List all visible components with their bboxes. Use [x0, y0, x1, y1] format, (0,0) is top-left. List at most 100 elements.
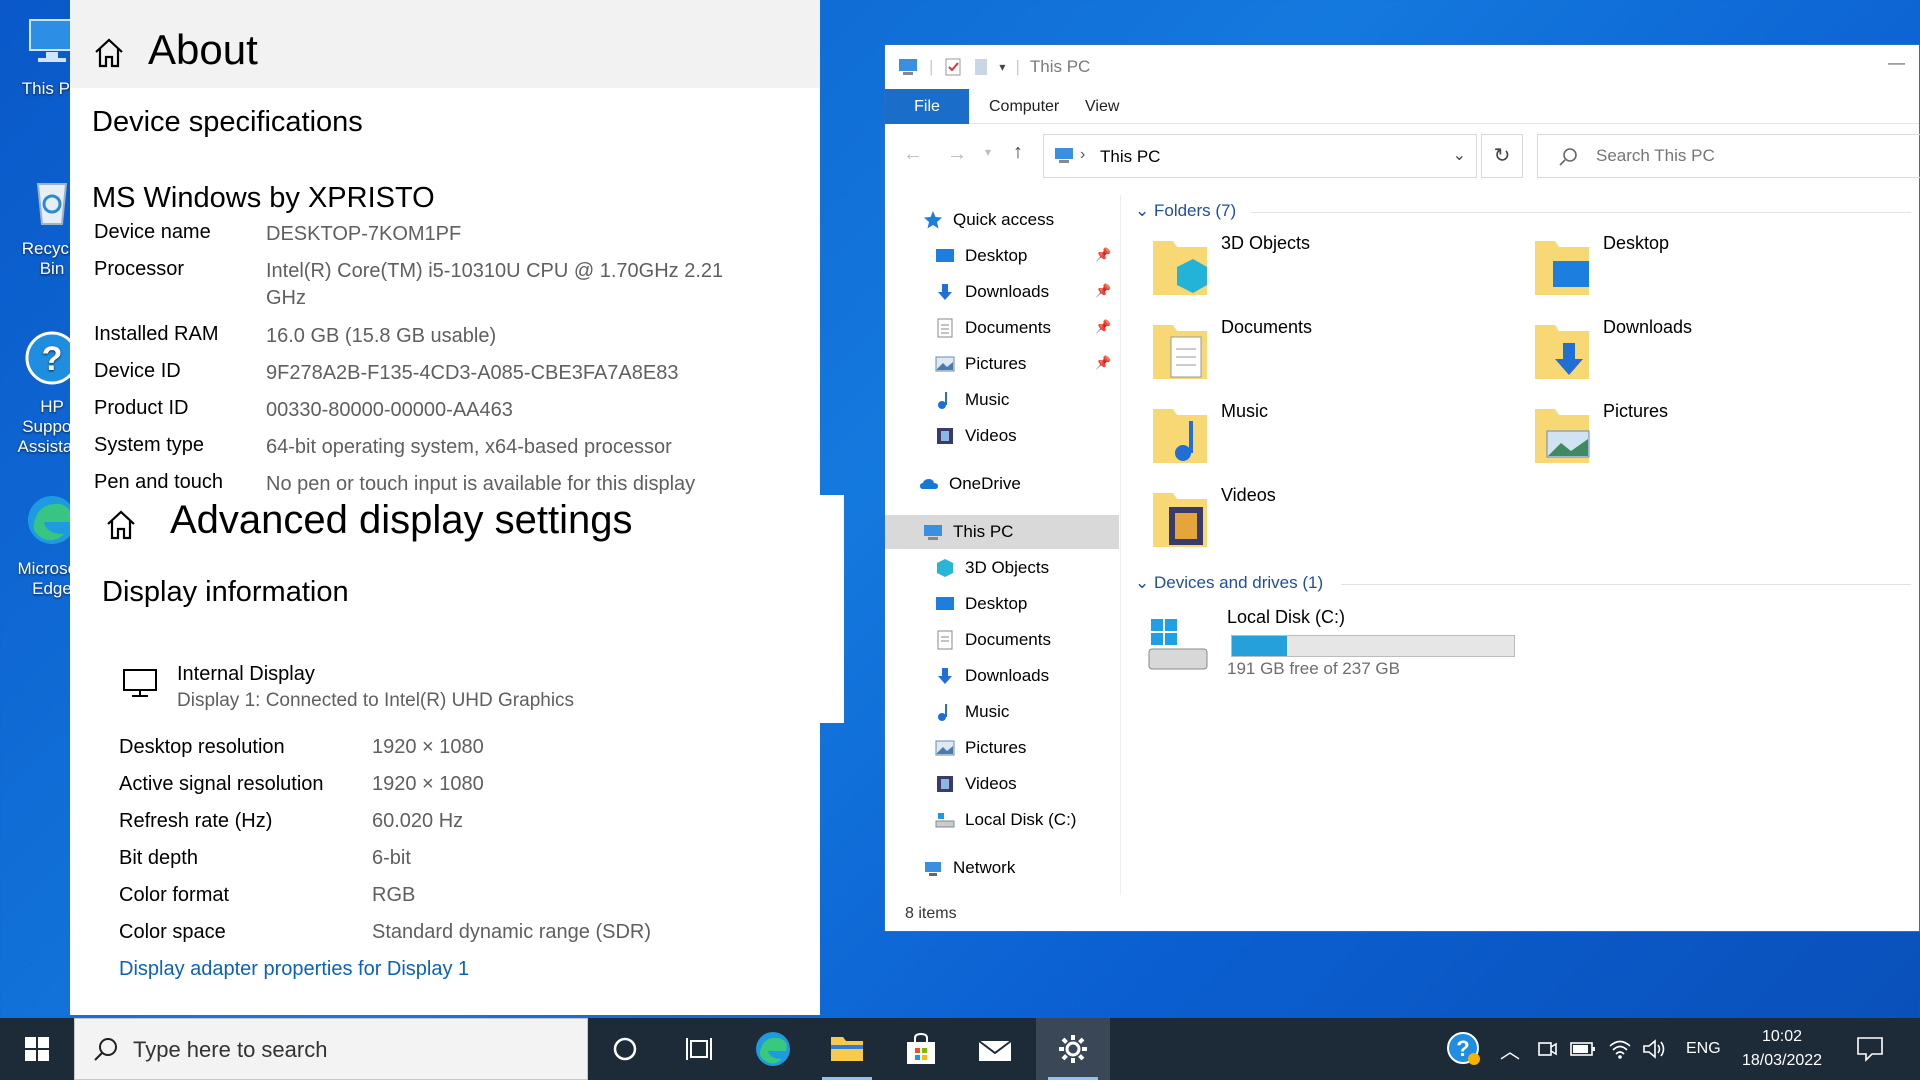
nav-qa-documents[interactable]: Documents — [935, 311, 1051, 345]
address-bar[interactable]: › This PC ⌄ — [1043, 134, 1477, 178]
breadcrumb[interactable]: This PC — [1100, 147, 1160, 167]
home-icon[interactable] — [104, 508, 138, 542]
folder-label: Downloads — [1603, 317, 1693, 337]
taskbar-mail-button[interactable] — [958, 1018, 1032, 1080]
display-info-value: 6-bit — [372, 847, 411, 869]
tab-file[interactable]: File — [885, 89, 969, 124]
nav-pc-local-disk[interactable]: Local Disk (C:) — [935, 803, 1076, 837]
adapter-properties-link[interactable]: Display adapter properties for Display 1 — [119, 958, 469, 981]
download-arrow-icon — [938, 284, 952, 300]
refresh-icon[interactable]: ↻ — [1481, 134, 1523, 178]
folder-tile-music[interactable]: Music — [1151, 401, 1268, 467]
action-center-button[interactable] — [1856, 1018, 1884, 1080]
taskbar-file-explorer-button[interactable] — [810, 1018, 884, 1080]
up-arrow-icon[interactable]: ↑ — [1013, 141, 1023, 164]
spec-key: Device ID — [94, 360, 181, 382]
folder-tile-videos[interactable]: Videos — [1151, 485, 1276, 551]
display-info-key: Bit depth — [119, 847, 198, 869]
pin-icon[interactable]: 📌 — [1095, 319, 1111, 335]
nav-label: Downloads — [965, 666, 1050, 685]
task-view-button[interactable] — [662, 1018, 736, 1080]
nav-this-pc[interactable]: This PC — [885, 515, 1119, 549]
folder-tile-downloads[interactable]: Downloads — [1533, 317, 1692, 383]
spec-key: Device name — [94, 221, 211, 243]
svg-text:?: ? — [42, 340, 63, 378]
nav-pc-pictures[interactable]: Pictures — [935, 731, 1026, 765]
drive-usage-bar — [1231, 635, 1515, 657]
folder-tile-documents[interactable]: Documents — [1151, 317, 1312, 383]
folder-tile-3d-objects[interactable]: 3D Objects — [1151, 233, 1310, 299]
search-input[interactable] — [1596, 146, 1896, 166]
spec-value[interactable]: Intel(R) Core(TM) i5-10310U CPU @ 1.70GH… — [266, 258, 736, 312]
nav-onedrive[interactable]: OneDrive — [919, 467, 1021, 501]
nav-qa-downloads[interactable]: Downloads — [935, 275, 1049, 309]
spec-value[interactable]: 00330-80000-00000-AA463 — [266, 397, 736, 424]
nav-qa-desktop[interactable]: Desktop — [935, 239, 1027, 273]
folder-label: Documents — [1221, 317, 1313, 337]
spec-value[interactable]: DESKTOP-7KOM1PF — [266, 221, 736, 248]
display-info-key: Active signal resolution — [119, 773, 324, 795]
tray-language[interactable]: ENG — [1686, 1018, 1721, 1080]
forward-arrow-icon[interactable]: → — [947, 143, 967, 166]
recent-locations-icon[interactable]: ▾ — [985, 145, 991, 159]
customize-toolbar-icon[interactable]: ▾ — [999, 60, 1005, 74]
tab-computer[interactable]: Computer — [969, 89, 1079, 124]
pictures-icon — [935, 740, 955, 756]
tray-help-icon[interactable]: ? — [1446, 1018, 1482, 1080]
spec-value[interactable]: No pen or touch input is available for t… — [266, 471, 786, 498]
edge-browser-icon — [756, 1032, 790, 1066]
drives-group-header[interactable]: ⌄ Devices and drives (1) — [1135, 573, 1323, 593]
home-icon[interactable] — [92, 36, 126, 70]
start-button[interactable] — [0, 1018, 74, 1080]
nav-label: Videos — [965, 426, 1017, 445]
nav-qa-pictures[interactable]: Pictures — [935, 347, 1026, 381]
minimize-icon[interactable]: — — [1888, 53, 1905, 73]
folder-tile-desktop[interactable]: Desktop — [1533, 233, 1669, 299]
spec-value[interactable]: 64-bit operating system, x64-based proce… — [266, 434, 736, 461]
nav-network[interactable]: Network — [923, 851, 1015, 885]
tray-clock[interactable]: 10:02 18/03/2022 — [1732, 1018, 1832, 1080]
chevron-down-icon[interactable]: ⌄ — [1453, 145, 1466, 165]
show-hidden-icons-chevron-icon[interactable]: ︿ — [1500, 1018, 1520, 1080]
pin-icon[interactable]: 📌 — [1095, 283, 1111, 299]
spec-key: System type — [94, 434, 205, 456]
taskbar-settings-button[interactable] — [1036, 1018, 1110, 1080]
nav-quick-access[interactable]: Quick access — [923, 203, 1054, 237]
new-folder-icon[interactable] — [973, 57, 989, 77]
spec-value[interactable]: 9F278A2B-F135-4CD3-A085-CBE3FA7A8E83 — [266, 360, 736, 387]
nav-pc-music[interactable]: Music — [935, 695, 1009, 729]
ribbon: File Computer View — [885, 89, 1919, 124]
tray-battery-icon[interactable] — [1570, 1018, 1596, 1080]
spec-value[interactable]: 16.0 GB (15.8 GB usable) — [266, 323, 736, 350]
breadcrumb-chevron-icon[interactable]: › — [1080, 146, 1085, 164]
tab-view[interactable]: View — [1065, 89, 1139, 124]
pin-icon[interactable]: 📌 — [1095, 355, 1111, 371]
taskbar-search-box[interactable]: Type here to search — [74, 1018, 588, 1080]
folder-tile-pictures[interactable]: Pictures — [1533, 401, 1668, 467]
tray-volume-icon[interactable] — [1642, 1018, 1668, 1080]
cortana-button[interactable] — [588, 1018, 662, 1080]
tray-meet-now-icon[interactable] — [1536, 1018, 1558, 1080]
video-film-icon — [937, 776, 953, 792]
search-box[interactable] — [1537, 134, 1920, 178]
taskbar-store-button[interactable] — [884, 1018, 958, 1080]
folder-label: Desktop — [1603, 233, 1670, 253]
properties-icon[interactable] — [943, 57, 963, 77]
back-arrow-icon[interactable]: ← — [903, 143, 923, 166]
folder-label: Pictures — [1603, 401, 1669, 421]
folders-group-header[interactable]: ⌄ Folders (7) — [1135, 201, 1236, 221]
folder-label: Music — [1221, 401, 1269, 421]
nav-label: 3D Objects — [965, 558, 1050, 577]
pin-icon[interactable]: 📌 — [1095, 247, 1111, 263]
gear-icon — [1059, 1035, 1087, 1063]
nav-pc-videos[interactable]: Videos — [935, 767, 1017, 801]
nav-pc-downloads[interactable]: Downloads — [935, 659, 1049, 693]
nav-qa-music[interactable]: Music — [935, 383, 1009, 417]
nav-pc-documents[interactable]: Documents — [935, 623, 1051, 657]
tray-wifi-icon[interactable] — [1608, 1018, 1632, 1080]
nav-pc-3d-objects[interactable]: 3D Objects — [935, 551, 1049, 585]
taskbar-edge-button[interactable] — [736, 1018, 810, 1080]
nav-label: OneDrive — [949, 474, 1021, 493]
nav-qa-videos[interactable]: Videos — [935, 419, 1017, 453]
nav-pc-desktop[interactable]: Desktop — [935, 587, 1027, 621]
